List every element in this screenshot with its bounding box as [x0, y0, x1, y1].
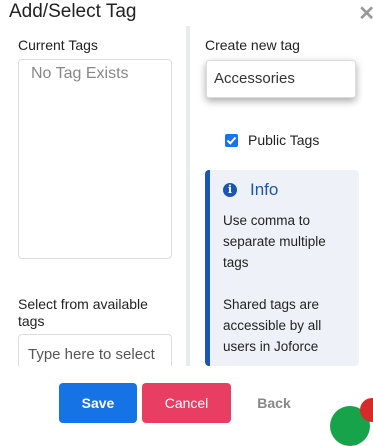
- new-tag-value: Accessories: [214, 70, 295, 87]
- current-tags-label: Current Tags: [18, 37, 98, 53]
- info-box: i Info Use comma to separate multiple ta…: [205, 170, 359, 366]
- public-tags-checkbox[interactable]: [225, 134, 238, 147]
- info-circle-icon: i: [223, 183, 237, 197]
- public-tags-label: Public Tags: [248, 132, 320, 148]
- info-text: Use comma to separate multiple tags Shar…: [223, 210, 351, 378]
- info-line-shared: Shared tags are accessible by all users …: [223, 297, 322, 354]
- available-tags-label: Select from available tags: [18, 296, 148, 329]
- info-header: i Info: [223, 180, 278, 200]
- create-tag-panel: Create new tag Accessories Public Tags i…: [190, 26, 373, 366]
- current-tags-panel: Current Tags No Tag Exists Select from a…: [0, 26, 190, 376]
- save-button[interactable]: Save: [59, 383, 137, 423]
- dialog-header: Add/Select Tag ✕: [0, 0, 373, 26]
- close-icon[interactable]: ✕: [358, 4, 373, 24]
- back-button[interactable]: Back: [246, 383, 302, 423]
- info-title: Info: [250, 180, 279, 199]
- no-tags-message: No Tag Exists: [31, 65, 129, 82]
- info-line-comma: Use comma to separate multiple tags: [223, 213, 326, 270]
- current-tags-list: No Tag Exists: [18, 59, 172, 259]
- new-tag-input[interactable]: Accessories: [206, 60, 356, 98]
- dialog-footer: Save Cancel Back: [0, 366, 373, 423]
- create-tag-label: Create new tag: [205, 37, 300, 53]
- cancel-button[interactable]: Cancel: [142, 383, 231, 423]
- dialog-title: Add/Select Tag: [9, 1, 137, 22]
- check-icon: [226, 136, 237, 145]
- available-tags-placeholder: Type here to select: [28, 346, 155, 363]
